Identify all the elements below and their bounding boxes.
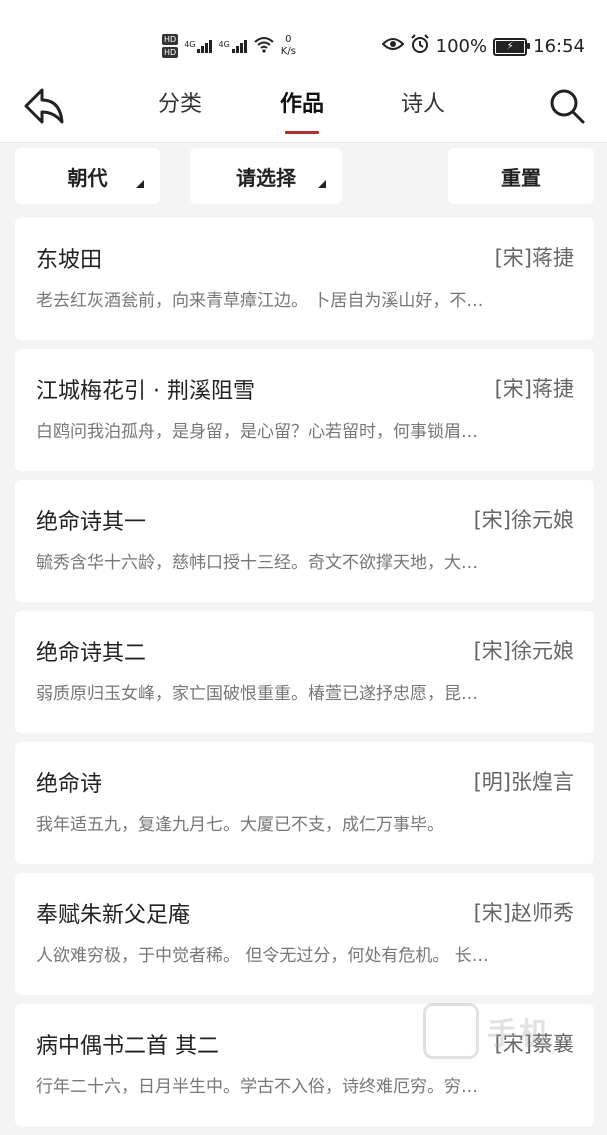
- poem-excerpt: 老去红灰酒瓮前，向来青草瘴江边。 卜居自为溪山好，不…: [36, 291, 484, 311]
- battery-percent: 100%: [435, 36, 488, 57]
- hd-badge: HD: [162, 47, 179, 58]
- wifi-icon: [253, 35, 275, 57]
- select-filter[interactable]: 请选择: [190, 148, 342, 204]
- poem-card[interactable]: 江城梅花引 · 荆溪阻雪 [宋]蒋捷 白鸥问我泊孤舟，是身留，是心留？心若留时，…: [15, 349, 594, 471]
- poem-excerpt: 弱质原归玉女峰，家亡国破恨重重。椿萱已遂抒忠愿，昆…: [36, 684, 478, 704]
- tab-poets[interactable]: 诗人: [401, 88, 445, 128]
- status-left: HD HD 4G 4G 0 K/s: [162, 26, 296, 66]
- poem-card[interactable]: 奉赋朱新父足庵 [宋]赵师秀 人欲难穷极，于中觉者稀。 但令无过分，何处有危机。…: [15, 873, 594, 995]
- poem-card[interactable]: 绝命诗其二 [宋]徐元娘 弱质原归玉女峰，家亡国破恨重重。椿萱已遂抒忠愿，昆…: [15, 611, 594, 733]
- poem-author: [宋]蒋捷: [494, 246, 574, 270]
- status-right: 100% ⚡ 16:54: [381, 34, 585, 59]
- reset-button[interactable]: 重置: [448, 148, 594, 204]
- poem-excerpt: 行年二十六，日月半生中。学古不入俗，诗终难厄穷。穷…: [36, 1077, 478, 1097]
- active-tab-indicator: [285, 131, 319, 134]
- poem-author: [宋]徐元娘: [473, 508, 574, 532]
- poem-card[interactable]: 绝命诗其一 [宋]徐元娘 毓秀含华十六龄，慈帏口授十三经。奇文不欲撑天地，大…: [15, 480, 594, 602]
- hd-badge: HD: [162, 34, 179, 45]
- poem-author: [宋]赵师秀: [473, 901, 574, 925]
- tab-category[interactable]: 分类: [158, 88, 202, 128]
- status-bar: HD HD 4G 4G 0 K/s 100% ⚡ 16:54: [0, 0, 607, 86]
- search-button[interactable]: [547, 86, 587, 126]
- poem-list: 东坡田 [宋]蒋捷 老去红灰酒瓮前，向来青草瘴江边。 卜居自为溪山好，不… 江城…: [15, 218, 594, 1135]
- signal-icon: 4G: [184, 39, 213, 53]
- poem-title: 江城梅花引 · 荆溪阻雪: [36, 379, 255, 404]
- poem-card[interactable]: 绝命诗 [明]张煌言 我年适五九，复逢九月七。大厦已不支，成仁万事毕。: [15, 742, 594, 864]
- search-icon: [547, 89, 587, 130]
- poem-author: [宋]蒋捷: [494, 377, 574, 401]
- back-button[interactable]: [22, 84, 66, 128]
- poem-card[interactable]: 病中偶书二首 其二 [宋]蔡襄 行年二十六，日月半生中。学古不入俗，诗终难厄穷。…: [15, 1004, 594, 1126]
- poem-title: 东坡田: [36, 248, 103, 273]
- poem-excerpt: 人欲难穷极，于中觉者稀。 但令无过分，何处有危机。 长…: [36, 946, 489, 966]
- dropdown-triangle-icon: [136, 180, 144, 188]
- alarm-icon: [410, 34, 430, 59]
- clock: 16:54: [533, 36, 585, 57]
- dropdown-triangle-icon: [318, 180, 326, 188]
- poem-card[interactable]: 东坡田 [宋]蒋捷 老去红灰酒瓮前，向来青草瘴江边。 卜居自为溪山好，不…: [15, 218, 594, 340]
- poem-excerpt: 我年适五九，复逢九月七。大厦已不支，成仁万事毕。: [36, 815, 444, 835]
- battery-icon: ⚡: [493, 37, 531, 56]
- top-nav: 分类 作品 诗人: [0, 76, 607, 143]
- poem-title: 病中偶书二首 其二: [36, 1034, 219, 1059]
- signal-icon: 4G: [218, 39, 247, 53]
- hd-indicators: HD HD: [162, 34, 179, 58]
- dynasty-filter[interactable]: 朝代: [15, 148, 160, 204]
- back-arrow-icon: [22, 88, 66, 132]
- poem-title: 奉赋朱新父足庵: [36, 903, 191, 928]
- tab-works[interactable]: 作品: [280, 88, 324, 134]
- eye-icon: [381, 36, 405, 57]
- poem-author: [宋]蔡襄: [494, 1032, 574, 1056]
- poem-title: 绝命诗其一: [36, 510, 147, 535]
- poem-author: [宋]徐元娘: [473, 639, 574, 663]
- poem-excerpt: 白鸥问我泊孤舟，是身留，是心留？心若留时，何事锁眉…: [36, 422, 478, 442]
- poem-title: 绝命诗: [36, 772, 103, 797]
- poem-author: [明]张煌言: [473, 770, 574, 794]
- poem-excerpt: 毓秀含华十六龄，慈帏口授十三经。奇文不欲撑天地，大…: [36, 553, 478, 573]
- poem-title: 绝命诗其二: [36, 641, 147, 666]
- network-speed: 0 K/s: [280, 34, 296, 57]
